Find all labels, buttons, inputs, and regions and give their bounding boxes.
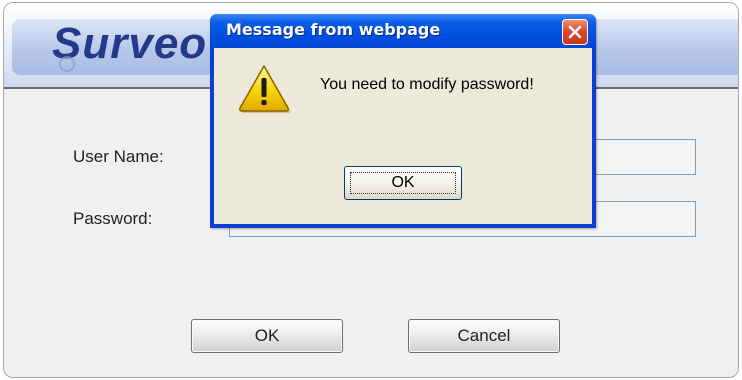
dialog-ok-button[interactable]: OK	[344, 166, 462, 200]
dialog-titlebar[interactable]: Message from webpage	[210, 14, 596, 48]
alert-dialog: Message from webpage You need to modify …	[210, 14, 596, 228]
password-label: Password:	[73, 209, 153, 228]
login-ok-button[interactable]: OK	[191, 319, 343, 353]
focus-ring	[350, 172, 456, 194]
brand-logo: Surveo	[52, 19, 208, 68]
warning-icon	[239, 65, 291, 113]
login-cancel-button[interactable]: Cancel	[408, 319, 560, 353]
dialog-title: Message from webpage	[226, 20, 441, 39]
dialog-close-button[interactable]	[562, 19, 588, 45]
dialog-body: You need to modify password! OK	[214, 48, 592, 224]
close-icon	[568, 25, 582, 39]
username-label: User Name:	[73, 147, 164, 166]
logo-mark-icon	[59, 56, 75, 72]
dialog-message: You need to modify password!	[320, 76, 534, 93]
